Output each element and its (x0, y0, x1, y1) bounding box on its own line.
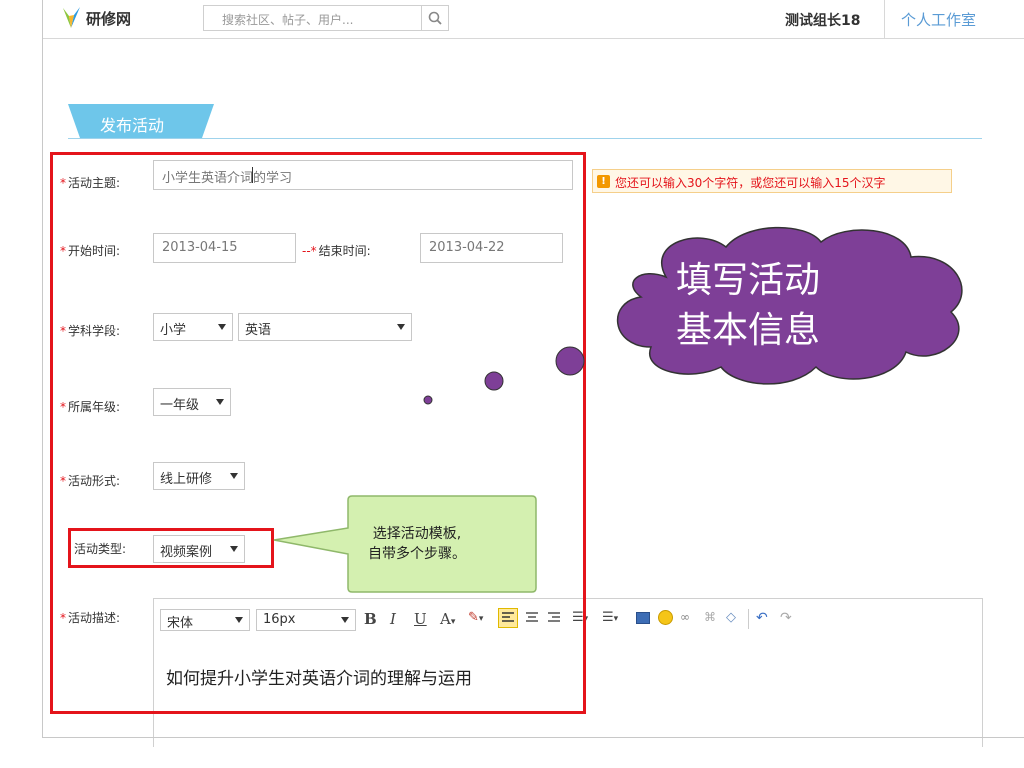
image-icon[interactable] (636, 612, 650, 624)
username[interactable]: 测试组长18 (785, 10, 860, 30)
eraser-icon[interactable]: ◇ (726, 610, 736, 625)
unordered-list-icon[interactable]: ☰▾ (602, 610, 618, 625)
search-box[interactable]: 搜索社区、帖子、用户... (203, 5, 449, 31)
top-header (43, 0, 1024, 39)
cloud-text-line1: 填写活动 (676, 260, 821, 301)
search-input[interactable]: 搜索社区、帖子、用户... (222, 11, 353, 28)
search-button[interactable] (421, 6, 448, 30)
logo-leaf-icon (63, 7, 80, 28)
site-logo[interactable]: 研修网 (60, 6, 131, 30)
logo-text: 研修网 (86, 9, 132, 28)
toolbar-divider (748, 609, 749, 629)
tab-publish-activity[interactable]: 发布活动 (100, 112, 164, 136)
topic-hint-text: 您还可以输入30个字符，或您还可以输入15个汉字 (615, 176, 886, 190)
callout-line2: 自带多个步骤。 (368, 546, 466, 562)
warning-icon: ! (597, 175, 610, 188)
undo-icon[interactable]: ↶ (756, 610, 768, 626)
link-icon[interactable]: ∞ (680, 610, 690, 624)
callout-text: 选择活动模板, 自带多个步骤。 (368, 524, 466, 564)
basic-info-highlight (50, 152, 586, 714)
callout-line1: 选择活动模板, (372, 526, 462, 542)
bottom-border (43, 737, 1024, 738)
unlink-icon[interactable]: ⌘ (704, 610, 716, 624)
text-cursor (252, 167, 253, 183)
thought-dots (423, 346, 585, 405)
tab-underline (68, 138, 982, 139)
header-divider (884, 0, 885, 38)
workspace-link[interactable]: 个人工作室 (901, 9, 976, 30)
cloud-text-line2: 基本信息 (676, 310, 821, 351)
search-icon (428, 11, 442, 25)
redo-icon[interactable]: ↷ (780, 610, 792, 626)
topic-hint: ! 您还可以输入30个字符，或您还可以输入15个汉字 (592, 169, 952, 193)
emoji-icon[interactable] (658, 610, 673, 625)
